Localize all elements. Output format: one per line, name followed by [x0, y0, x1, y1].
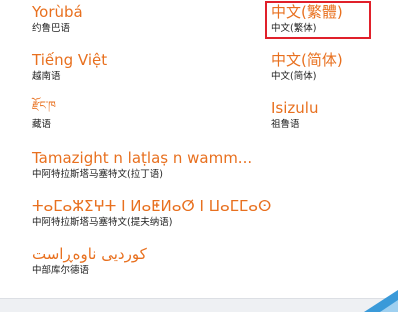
language-native-name: 中文(简体) [271, 51, 343, 69]
language-local-name: 中文(繁体) [271, 23, 317, 34]
language-native-name: کوردیی ناوەڕاست [32, 245, 147, 263]
language-local-name: 中文(简体) [271, 71, 317, 82]
language-option-kurdish-central[interactable]: کوردیی ناوەڕاست 中部库尔德语 [32, 245, 147, 277]
language-option-tamazight-tifinagh[interactable]: ⵜⴰⵎⴰⵣⵉⵖⵜ ⵏ ⵍⴰⵟⵍⴰⵚ ⵏ ⵡⴰⵎⵎⴰⵙ 中阿特拉斯塔马塞特文(提夫… [32, 197, 271, 229]
language-local-name: 中部库尔德语 [32, 265, 90, 276]
language-native-name: 中文(繁體) [271, 3, 343, 21]
language-option-zulu[interactable]: Isizulu 祖鲁语 [271, 99, 318, 131]
language-option-zh-traditional[interactable]: 中文(繁體) 中文(繁体) [271, 3, 343, 35]
language-option-yoruba[interactable]: Yorùbá 约鲁巴语 [32, 3, 83, 35]
language-native-name: Yorùbá [32, 3, 83, 21]
language-local-name: 中阿特拉斯塔马塞特文(拉丁语) [32, 169, 163, 180]
language-native-name: རྫོང་ཁ [32, 99, 56, 112]
language-list-panel: Yorùbá 约鲁巴语 中文(繁體) 中文(繁体) Tiếng Việt 越南语… [0, 0, 398, 298]
language-local-name: 中阿特拉斯塔马塞特文(提夫纳语) [32, 217, 173, 228]
language-local-name: 越南语 [32, 71, 61, 82]
language-native-name: ⵜⴰⵎⴰⵣⵉⵖⵜ ⵏ ⵍⴰⵟⵍⴰⵚ ⵏ ⵡⴰⵎⵎⴰⵙ [32, 197, 272, 215]
language-native-name: Tamazight n laṭlaṣ n wamm... [32, 149, 253, 167]
language-local-name: 约鲁巴语 [32, 23, 71, 34]
language-option-tibetan[interactable]: རྫོང་ཁ 藏语 [32, 99, 56, 131]
language-native-name: Tiếng Việt [32, 51, 108, 69]
bottom-edge-strip [0, 298, 398, 312]
language-option-zh-simplified[interactable]: 中文(简体) 中文(简体) [271, 51, 343, 83]
language-local-name: 藏语 [32, 119, 52, 130]
language-option-vietnamese[interactable]: Tiếng Việt 越南语 [32, 51, 107, 83]
corner-accent-highlight [380, 300, 398, 312]
language-native-name: Isizulu [271, 99, 319, 117]
language-local-name: 祖鲁语 [271, 119, 300, 130]
language-option-tamazight-latin[interactable]: Tamazight n laṭlaṣ n wamm... 中阿特拉斯塔马塞特文(… [32, 149, 252, 181]
